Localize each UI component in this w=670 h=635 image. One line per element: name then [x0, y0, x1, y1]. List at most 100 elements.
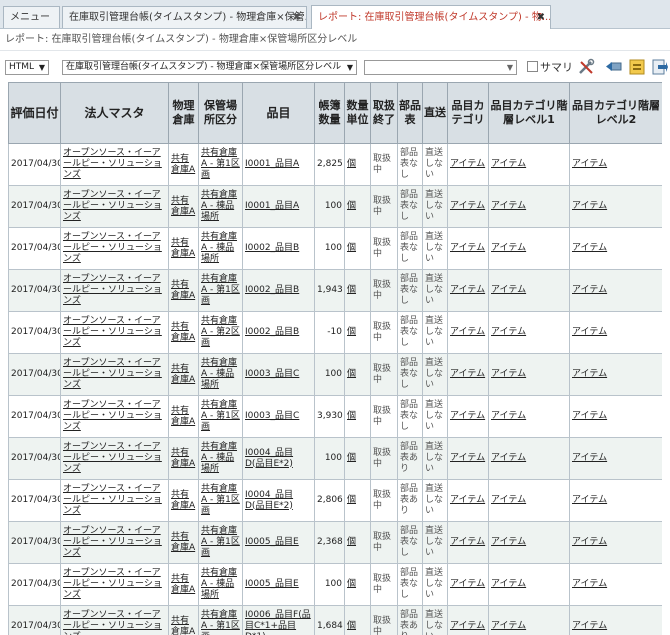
checkbox-box[interactable]: [527, 61, 538, 72]
category-link[interactable]: アイテム: [450, 537, 485, 547]
warehouse-link[interactable]: 共有倉庫A: [171, 322, 195, 343]
category-level2-link[interactable]: アイテム: [572, 579, 607, 589]
category-link[interactable]: アイテム: [450, 285, 485, 295]
category-level2-link[interactable]: アイテム: [572, 285, 607, 295]
category-level2-link[interactable]: アイテム: [572, 369, 607, 379]
warehouse-link[interactable]: 共有倉庫A: [171, 490, 195, 511]
warehouse-link[interactable]: 共有倉庫A: [171, 406, 195, 427]
location-link[interactable]: 共有倉庫A - 第1区画: [201, 610, 240, 635]
tools-icon[interactable]: [577, 58, 595, 76]
column-header[interactable]: 物理倉庫: [168, 82, 199, 144]
location-link[interactable]: 共有倉庫A - 第1区画: [201, 148, 240, 180]
category-level1-link[interactable]: アイテム: [491, 537, 526, 547]
export-icon[interactable]: [650, 58, 668, 76]
location-link[interactable]: 共有倉庫A - 第1区画: [201, 400, 240, 432]
category-link[interactable]: アイテム: [450, 243, 485, 253]
unit-link[interactable]: 個: [347, 243, 356, 253]
category-level1-link[interactable]: アイテム: [491, 243, 526, 253]
warehouse-link[interactable]: 共有倉庫A: [171, 532, 195, 553]
unit-link[interactable]: 個: [347, 201, 356, 211]
column-header[interactable]: 品目カテゴリ階層レベル2: [569, 82, 662, 144]
category-link[interactable]: アイテム: [450, 369, 485, 379]
warehouse-link[interactable]: 共有倉庫A: [171, 364, 195, 385]
corp-link[interactable]: オープンソース・イーアールピー・ソリューションズ: [63, 526, 162, 558]
category-level2-link[interactable]: アイテム: [572, 243, 607, 253]
item-link[interactable]: I0003_品目C: [245, 369, 299, 379]
category-level1-link[interactable]: アイテム: [491, 453, 526, 463]
category-link[interactable]: アイテム: [450, 159, 485, 169]
corp-link[interactable]: オープンソース・イーアールピー・ソリューションズ: [63, 316, 162, 348]
location-link[interactable]: 共有倉庫A - 棟品場所: [201, 568, 237, 600]
corp-link[interactable]: オープンソース・イーアールピー・ソリューションズ: [63, 568, 162, 600]
corp-link[interactable]: オープンソース・イーアールピー・ソリューションズ: [63, 358, 162, 390]
unit-link[interactable]: 個: [347, 285, 356, 295]
tab-inventory-ledger[interactable]: 在庫取引管理台帳(タイムスタンプ) - 物理倉庫×保管... ✖: [62, 6, 307, 28]
item-link[interactable]: I0002_品目B: [245, 327, 299, 337]
category-link[interactable]: アイテム: [450, 453, 485, 463]
unit-link[interactable]: 個: [347, 369, 356, 379]
corp-link[interactable]: オープンソース・イーアールピー・ソリューションズ: [63, 400, 162, 432]
print-icon[interactable]: [628, 58, 646, 76]
category-level2-link[interactable]: アイテム: [572, 537, 607, 547]
category-level1-link[interactable]: アイテム: [491, 201, 526, 211]
location-link[interactable]: 共有倉庫A - 棟品場所: [201, 442, 237, 474]
column-header[interactable]: 品目カテゴリ: [447, 82, 489, 144]
location-link[interactable]: 共有倉庫A - 棟品場所: [201, 190, 237, 222]
summary-checkbox[interactable]: サマリ: [527, 60, 573, 75]
corp-link[interactable]: オープンソース・イーアールピー・ソリューションズ: [63, 232, 162, 264]
column-header[interactable]: 保管場所区分: [198, 82, 243, 144]
column-header[interactable]: 数量単位: [344, 82, 371, 144]
column-header[interactable]: 品目: [242, 82, 315, 144]
item-link[interactable]: I0003_品目C: [245, 411, 299, 421]
location-link[interactable]: 共有倉庫A - 棟品場所: [201, 358, 237, 390]
unit-link[interactable]: 個: [347, 495, 356, 505]
warehouse-link[interactable]: 共有倉庫A: [171, 448, 195, 469]
item-link[interactable]: I0005_品目E: [245, 537, 299, 547]
category-level1-link[interactable]: アイテム: [491, 369, 526, 379]
category-level1-link[interactable]: アイテム: [491, 411, 526, 421]
tab-menu[interactable]: メニュー: [3, 6, 60, 28]
unit-link[interactable]: 個: [347, 411, 356, 421]
format-select[interactable]: HTML ▼: [5, 60, 49, 75]
corp-link[interactable]: オープンソース・イーアールピー・ソリューションズ: [63, 190, 162, 222]
category-link[interactable]: アイテム: [450, 201, 485, 211]
report-select[interactable]: 在庫取引管理台帳(タイムスタンプ) - 物理倉庫×保管場所区分レベル ▼: [62, 60, 357, 75]
corp-link[interactable]: オープンソース・イーアールピー・ソリューションズ: [63, 610, 162, 635]
category-level2-link[interactable]: アイテム: [572, 453, 607, 463]
category-level2-link[interactable]: アイテム: [572, 411, 607, 421]
column-header[interactable]: 評価日付: [8, 82, 61, 144]
warehouse-link[interactable]: 共有倉庫A: [171, 238, 195, 259]
warehouse-link[interactable]: 共有倉庫A: [171, 196, 195, 217]
category-link[interactable]: アイテム: [450, 411, 485, 421]
close-icon[interactable]: ✖: [537, 6, 545, 29]
item-link[interactable]: I0004_品目D(品目E*2): [245, 448, 293, 469]
column-header[interactable]: 直送: [422, 82, 448, 144]
corp-link[interactable]: オープンソース・イーアールピー・ソリューションズ: [63, 484, 162, 516]
item-link[interactable]: I0005_品目E: [245, 579, 299, 589]
location-link[interactable]: 共有倉庫A - 第1区画: [201, 274, 240, 306]
item-link[interactable]: I0001_品目A: [245, 201, 299, 211]
unit-link[interactable]: 個: [347, 159, 356, 169]
category-level2-link[interactable]: アイテム: [572, 621, 607, 631]
unit-link[interactable]: 個: [347, 327, 356, 337]
unit-link[interactable]: 個: [347, 537, 356, 547]
warehouse-link[interactable]: 共有倉庫A: [171, 616, 195, 635]
item-link[interactable]: I0001_品目A: [245, 159, 299, 169]
column-header[interactable]: 取扱終了: [370, 82, 398, 144]
column-header[interactable]: 法人マスタ: [60, 82, 169, 144]
category-level2-link[interactable]: アイテム: [572, 495, 607, 505]
item-link[interactable]: I0002_品目B: [245, 285, 299, 295]
category-level2-link[interactable]: アイテム: [572, 159, 607, 169]
category-level2-link[interactable]: アイテム: [572, 327, 607, 337]
corp-link[interactable]: オープンソース・イーアールピー・ソリューションズ: [63, 442, 162, 474]
category-level1-link[interactable]: アイテム: [491, 495, 526, 505]
item-link[interactable]: I0004_品目D(品目E*2): [245, 490, 293, 511]
warehouse-link[interactable]: 共有倉庫A: [171, 574, 195, 595]
report-table-container[interactable]: 評価日付 法人マスタ 物理倉庫 保管場所区分 品目 帳簿数量 数量単位 取扱終了…: [8, 82, 662, 635]
category-level1-link[interactable]: アイテム: [491, 285, 526, 295]
category-level1-link[interactable]: アイテム: [491, 159, 526, 169]
location-link[interactable]: 共有倉庫A - 棟品場所: [201, 232, 237, 264]
tab-report[interactable]: レポート: 在庫取引管理台帳(タイムスタンプ) - 物... ✖: [311, 5, 551, 29]
item-link[interactable]: I0006_品目F(品目C*1+品目D*1): [245, 610, 311, 635]
location-link[interactable]: 共有倉庫A - 第1区画: [201, 526, 240, 558]
